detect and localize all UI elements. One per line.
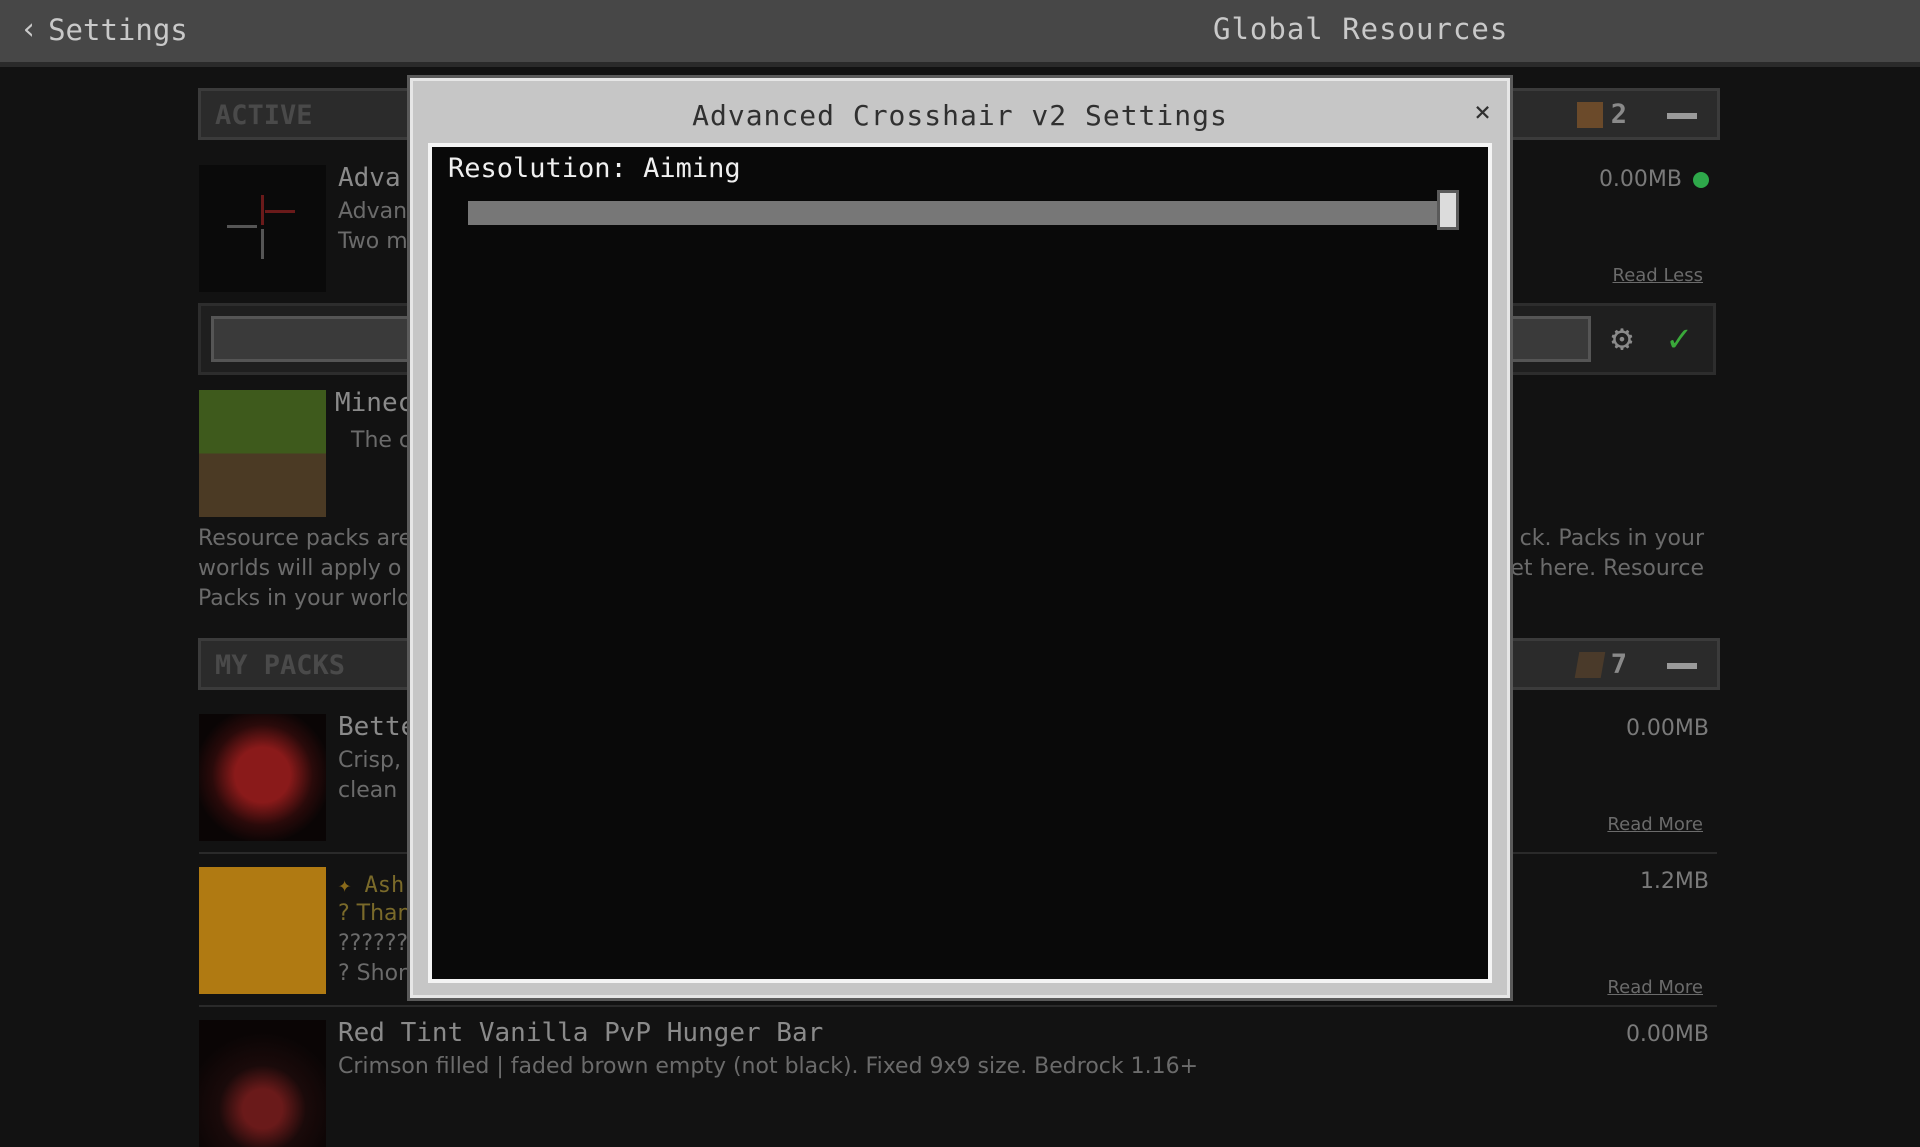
pack-name: Red Tint Vanilla PvP Hunger Bar bbox=[338, 1018, 824, 1048]
crosshair-pack-thumbnail bbox=[199, 165, 326, 292]
collapse-icon[interactable] bbox=[1667, 113, 1697, 119]
info-text: worlds will apply o bbox=[198, 556, 402, 581]
settings-dialog: Advanced Crosshair v2 Settings × Resolut… bbox=[410, 78, 1510, 998]
chevron-left-icon: ‹ bbox=[20, 12, 39, 47]
resolution-slider-track[interactable] bbox=[468, 201, 1448, 225]
active-section-label: ACTIVE bbox=[215, 100, 313, 131]
dialog-title: Advanced Crosshair v2 Settings bbox=[692, 99, 1228, 132]
back-button[interactable]: ‹ Settings bbox=[20, 12, 188, 47]
heart-pack-thumbnail bbox=[199, 714, 326, 841]
pack-name: Adva bbox=[338, 163, 401, 193]
divider bbox=[199, 1005, 1717, 1007]
my-packs-count: 7 bbox=[1574, 649, 1627, 680]
pack-size: 0.00MB bbox=[1625, 716, 1709, 741]
info-text: Resource packs are bbox=[198, 526, 413, 551]
pack-name-text: Ash bbox=[364, 873, 405, 898]
pack-desc-line: clean bbox=[338, 778, 398, 803]
pack-desc-line: ? Shor bbox=[338, 961, 408, 986]
pack-name: ✦ Ash bbox=[338, 873, 404, 898]
my-packs-section-label: MY PACKS bbox=[215, 650, 346, 681]
top-bar: ‹ Settings Global Resources bbox=[0, 0, 1920, 67]
info-text: Packs in your world bbox=[198, 586, 412, 611]
active-count: 2 bbox=[1576, 99, 1627, 130]
gear-icon[interactable]: ⚙ bbox=[1603, 320, 1641, 358]
pack-desc-line: ?????? bbox=[338, 931, 409, 956]
list-item[interactable]: Red Tint Vanilla PvP Hunger Bar Crimson … bbox=[199, 1018, 1717, 1147]
special-pack-thumbnail bbox=[199, 867, 326, 994]
back-label: Settings bbox=[48, 12, 188, 47]
setting-label: Resolution: Aiming bbox=[448, 153, 741, 184]
pack-desc-line: Crisp, bbox=[338, 748, 401, 773]
pack-desc-line: Two m bbox=[338, 229, 408, 254]
active-status-icon bbox=[1693, 172, 1709, 188]
pack-folder-icon bbox=[1574, 651, 1606, 678]
pack-size-value: 0.00MB bbox=[1598, 167, 1682, 192]
read-more-link[interactable]: Read More bbox=[1607, 977, 1703, 998]
star-icon: ✦ bbox=[338, 873, 352, 898]
info-text: et here. Resource bbox=[1510, 556, 1704, 581]
pack-size: 0.00MB bbox=[1625, 1022, 1709, 1047]
collapse-icon[interactable] bbox=[1667, 663, 1697, 669]
pack-name: Minec bbox=[335, 388, 414, 418]
pack-desc-line: Advan bbox=[338, 199, 408, 224]
pack-name: Bette bbox=[338, 712, 417, 742]
resolution-slider-handle[interactable] bbox=[1437, 190, 1459, 230]
page-title: Global Resources bbox=[1213, 12, 1509, 46]
grass-block-thumbnail bbox=[199, 390, 326, 517]
grass-block-icon bbox=[1576, 101, 1603, 128]
read-more-link[interactable]: Read More bbox=[1607, 814, 1703, 835]
read-less-link[interactable]: Read Less bbox=[1613, 265, 1704, 286]
pack-desc-line: The c bbox=[351, 428, 412, 453]
pack-desc-line: ? Than bbox=[338, 901, 412, 926]
close-icon[interactable]: × bbox=[1474, 95, 1491, 128]
check-icon[interactable]: ✓ bbox=[1657, 316, 1701, 360]
info-text: ck. Packs in your bbox=[1519, 526, 1704, 551]
settings-panel: Resolution: Aiming bbox=[428, 143, 1492, 983]
pack-size: 1.2MB bbox=[1639, 869, 1709, 894]
my-packs-count-value: 7 bbox=[1610, 649, 1627, 680]
hunger-pack-thumbnail bbox=[199, 1020, 326, 1147]
pack-size: 0.00MB bbox=[1599, 167, 1709, 192]
active-count-value: 2 bbox=[1610, 99, 1627, 130]
pack-desc-line: Crimson filled | faded brown empty (not … bbox=[338, 1054, 1199, 1079]
